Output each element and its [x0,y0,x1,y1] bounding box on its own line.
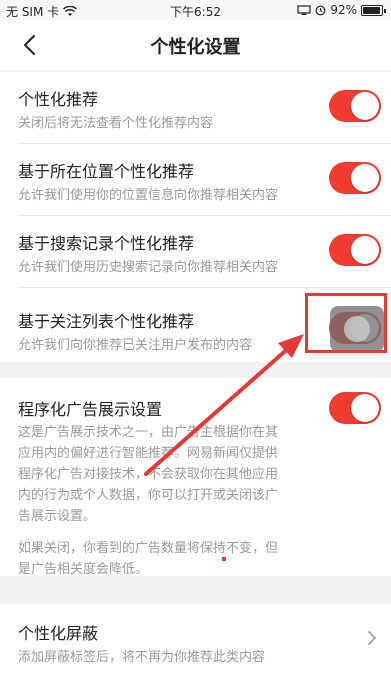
ad-settings-group: 程序化广告展示设置 这是广告展示技术之一，由广告主根据你在其 应用内的偏好进行智… [0,378,391,577]
ad-settings-title: 程序化广告展示设置 [18,400,163,419]
shield-title: 个性化屏蔽 [18,624,99,643]
ad-desc-line: 内的行为或个人数据，你可以打开或关闭该广 [18,488,279,503]
alarm-icon [315,5,326,15]
shield-group[interactable]: 个性化屏蔽 添加屏蔽标签后，将不再为你推荐此类内容 [0,604,391,680]
ad-settings-desc: 这是广告展示技术之一，由广告主根据你在其 应用内的偏好进行智能推荐。网易新闻仅提… [18,422,328,527]
toggle-switch[interactable] [329,234,381,266]
shield-desc: 添加屏蔽标签后，将不再为你推荐此类内容 [18,650,266,665]
status-bar: 无 SIM 卡 下午6:52 92% [0,0,391,20]
setting-desc: 允许我们使用你的位置信息向你推荐相关内容 [18,188,279,203]
ad-settings-note: 如果关闭，你看到的广告数量将保持不变，但 是广告相关度会降低。 [18,538,328,580]
setting-title: 基于关注列表个性化推荐 [18,312,195,331]
ad-desc-line: 程序化广告对接技术，不会获取你在其他应用 [18,467,279,482]
status-right: 92% [297,3,386,17]
battery-fill [363,6,380,14]
setting-row-personalized: 个性化推荐 关闭后将无法查看个性化推荐内容 [0,72,391,144]
battery-icon [361,4,386,16]
toggle-switch[interactable] [329,90,381,122]
setting-title: 基于所在位置个性化推荐 [18,162,195,181]
toggle-knob [351,92,379,120]
setting-title: 基于搜索记录个性化推荐 [18,234,195,253]
battery-tip [384,8,386,13]
toggle-knob [351,164,379,192]
ad-note-line: 如果关闭，你看到的广告数量将保持不变，但 [18,541,279,556]
toggle-knob [351,394,379,422]
nav-bar: 个性化设置 [0,20,391,70]
toggle-knob [351,236,379,264]
annotation-dot [222,557,226,561]
screen-mirror-icon [297,4,311,15]
page-title: 个性化设置 [150,37,241,58]
ad-toggle-switch[interactable] [329,392,381,424]
setting-desc: 关闭后将无法查看个性化推荐内容 [18,116,214,131]
ad-note-line: 是广告相关度会降低。 [18,562,149,577]
ad-desc-line: 这是广告展示技术之一，由广告主根据你在其 [18,425,279,440]
ad-desc-line: 应用内的偏好进行智能推荐。网易新闻仅提供 [18,446,279,461]
setting-title: 个性化推荐 [18,90,99,109]
chevron-right-icon [368,631,377,645]
toggle-switch[interactable] [329,162,381,194]
highlight-box [305,293,387,353]
setting-row-location: 基于所在位置个性化推荐 允许我们使用你的位置信息向你推荐相关内容 [0,144,391,216]
setting-desc: 允许我们向你推荐已关注用户发布的内容 [18,338,253,353]
setting-desc: 允许我们使用历史搜索记录向你推荐相关内容 [18,260,279,275]
battery-percent: 92% [330,3,357,17]
ad-desc-line: 告展示设置。 [18,509,97,524]
setting-row-search: 基于搜索记录个性化推荐 允许我们使用历史搜索记录向你推荐相关内容 [0,216,391,288]
